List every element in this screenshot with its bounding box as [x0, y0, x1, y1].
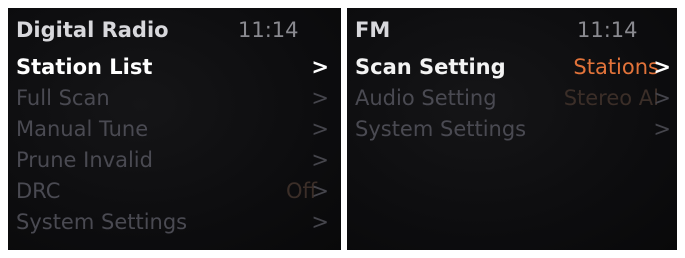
menu-item-manual-tune[interactable]: Manual Tune > — [8, 114, 341, 145]
menu-list: Scan Setting Stations > Audio Setting St… — [347, 52, 677, 145]
chevron-right-icon: > — [311, 210, 329, 234]
clock: 11:14 — [238, 18, 299, 42]
menu-item-label: Scan Setting — [355, 55, 506, 79]
screen-title: Digital Radio — [16, 18, 169, 42]
menu-item-scan-setting[interactable]: Scan Setting Stations > — [347, 52, 677, 83]
menu-item-full-scan[interactable]: Full Scan > — [8, 83, 341, 114]
fm-screen: FM 11:14 Scan Setting Stations > Audio S… — [347, 8, 677, 250]
chevron-right-icon: > — [311, 148, 329, 172]
screen-header: FM 11:14 — [347, 8, 677, 54]
menu-item-system-settings[interactable]: System Settings > — [8, 207, 341, 238]
menu-list: Station List > Full Scan > Manual Tune >… — [8, 52, 341, 238]
menu-item-drc[interactable]: DRC Off > — [8, 176, 341, 207]
menu-item-label: Station List — [16, 55, 153, 79]
chevron-right-icon: > — [653, 55, 671, 79]
menu-item-label: Manual Tune — [16, 117, 149, 141]
menu-item-label: Audio Setting — [355, 86, 497, 110]
clock: 11:14 — [577, 18, 638, 42]
chevron-right-icon: > — [311, 86, 329, 110]
menu-item-label: System Settings — [355, 117, 527, 141]
menu-item-label: DRC — [16, 179, 61, 203]
menu-item-system-settings[interactable]: System Settings > — [347, 114, 677, 145]
chevron-right-icon: > — [311, 117, 329, 141]
screen-title: FM — [355, 18, 391, 42]
chevron-right-icon: > — [653, 86, 671, 110]
digital-radio-screen: Digital Radio 11:14 Station List > Full … — [8, 8, 341, 250]
audio-setting-value: Stereo Al — [563, 86, 659, 110]
chevron-right-icon: > — [653, 117, 671, 141]
menu-item-label: System Settings — [16, 210, 188, 234]
menu-item-station-list[interactable]: Station List > — [8, 52, 341, 83]
menu-item-audio-setting[interactable]: Audio Setting Stereo Al > — [347, 83, 677, 114]
scan-setting-value: Stations — [573, 55, 659, 79]
chevron-right-icon: > — [311, 179, 329, 203]
chevron-right-icon: > — [311, 55, 329, 79]
menu-item-prune-invalid[interactable]: Prune Invalid > — [8, 145, 341, 176]
screen-header: Digital Radio 11:14 — [8, 8, 341, 54]
menu-item-label: Full Scan — [16, 86, 110, 110]
menu-item-label: Prune Invalid — [16, 148, 153, 172]
